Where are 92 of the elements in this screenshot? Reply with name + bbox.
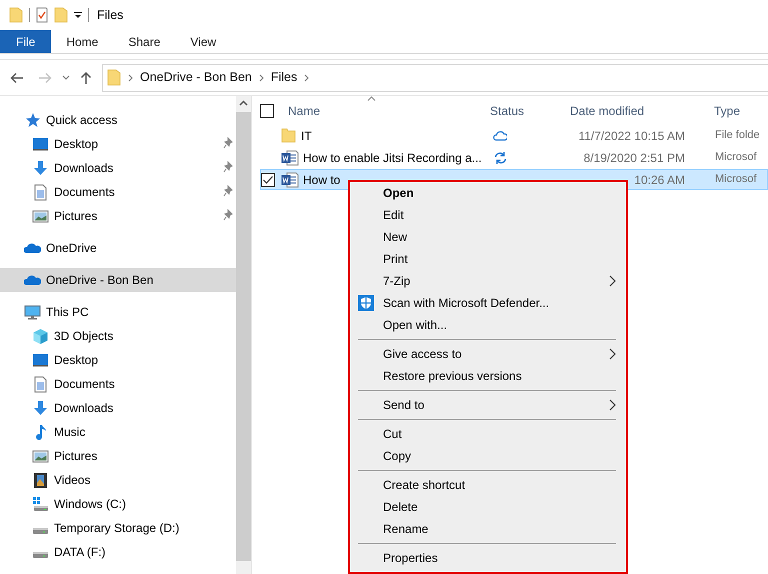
scrollbar[interactable] <box>236 96 251 574</box>
up-button[interactable] <box>80 70 92 84</box>
ribbon-tab[interactable]: File <box>0 30 52 53</box>
date-modified: 8/19/2020 2:51 PM <box>582 150 685 166</box>
document-icon <box>32 184 49 200</box>
breadcrumb[interactable]: Files <box>270 68 298 87</box>
star-icon <box>24 112 41 128</box>
file-type: Microsof <box>714 150 757 166</box>
drive-icon <box>32 496 49 512</box>
menu-item[interactable]: Print <box>350 248 626 270</box>
file-row[interactable]: How to enable Jitsi Recording a... 8/19/2020 2:51 PM Microsof <box>260 147 768 168</box>
sidebar-item[interactable]: OneDrive - Bon Ben <box>0 268 236 292</box>
file-row[interactable]: IT 11/7/2022 10:15 AM File folde <box>260 125 768 146</box>
sidebar-item[interactable]: DATA (F:) <box>0 540 236 564</box>
computer-icon <box>24 304 41 320</box>
ribbon-tab[interactable]: Share <box>113 30 176 53</box>
menu-item[interactable]: Open with... <box>350 314 626 336</box>
sidebar-item[interactable]: Documents <box>0 180 236 204</box>
desktop-icon <box>32 136 49 152</box>
folder-icon <box>107 69 121 86</box>
dropdown-icon[interactable] <box>74 10 82 20</box>
film-icon <box>32 472 49 488</box>
menu-item[interactable]: Copy <box>350 445 626 467</box>
back-arrow-icon <box>10 72 24 84</box>
sort-up-icon <box>367 96 376 101</box>
sidebar-item[interactable]: 3D Objects <box>0 324 236 348</box>
folder-icon <box>281 127 297 144</box>
sidebar-item[interactable]: Downloads <box>0 156 236 180</box>
sidebar-item[interactable]: Pictures <box>0 444 236 468</box>
breadcrumb[interactable]: OneDrive - Bon Ben <box>140 68 252 87</box>
sidebar-item[interactable]: Temporary Storage (D:) <box>0 516 236 540</box>
up-arrow-icon <box>80 70 92 84</box>
menu-item[interactable]: New <box>350 226 626 248</box>
sidebar-item[interactable]: Quick access <box>0 108 236 132</box>
word-document-icon <box>281 150 299 166</box>
checkbox[interactable] <box>261 172 275 186</box>
menu-item[interactable]: Properties <box>350 547 626 569</box>
chevron-right-icon[interactable] <box>304 74 310 82</box>
column-header[interactable]: Status <box>484 100 564 122</box>
cube-icon <box>32 328 49 344</box>
word-document-icon <box>281 172 299 188</box>
sidebar-item[interactable]: This PC <box>0 300 236 324</box>
forward-arrow-icon <box>38 72 52 84</box>
column-header[interactable]: Name <box>282 100 326 122</box>
desktop-icon <box>32 352 49 368</box>
file-type: Microsof <box>714 172 757 188</box>
download-icon <box>32 160 49 176</box>
menu-item[interactable]: Restore previous versions <box>350 365 626 387</box>
properties-icon[interactable] <box>36 7 48 23</box>
shield-icon <box>358 295 374 311</box>
sidebar-item[interactable]: Music <box>0 420 236 444</box>
back-button[interactable] <box>10 72 24 84</box>
ribbon-tab[interactable]: View <box>175 30 232 53</box>
chevron-right-icon[interactable] <box>258 74 264 82</box>
recent-locations-button[interactable] <box>62 74 70 80</box>
sidebar-item[interactable]: Desktop <box>0 348 236 372</box>
pictures-icon <box>32 448 49 464</box>
file-name: IT <box>301 128 312 144</box>
drive-icon <box>32 552 49 558</box>
sidebar-item[interactable]: Downloads <box>0 396 236 420</box>
date-modified: 10:26 AM <box>633 172 685 188</box>
menu-item[interactable]: Cut <box>350 423 626 445</box>
address-bar[interactable]: OneDrive - Bon Ben Files <box>102 64 768 92</box>
sidebar-item[interactable]: Desktop <box>0 132 236 156</box>
chevron-down-icon <box>62 74 70 80</box>
sidebar-item[interactable]: Videos <box>0 468 236 492</box>
menu-item[interactable]: Edit <box>350 204 626 226</box>
sidebar-item[interactable]: Windows (C:) <box>0 492 236 516</box>
column-header[interactable]: Date modified <box>564 100 708 122</box>
menu-item[interactable]: Give access to <box>350 343 626 365</box>
sidebar-item[interactable]: Pictures <box>0 204 236 228</box>
menu-item[interactable]: Create shortcut <box>350 474 626 496</box>
file-name: How to <box>303 172 340 188</box>
window-title: Files <box>97 6 124 24</box>
download-icon <box>32 400 49 416</box>
checkbox[interactable] <box>260 104 274 118</box>
sidebar-item[interactable]: OneDrive <box>0 236 236 260</box>
drive-icon <box>32 528 49 534</box>
menu-item[interactable]: 7-Zip <box>350 270 626 292</box>
ribbon-tab[interactable]: Home <box>51 30 114 53</box>
pictures-icon <box>32 208 49 224</box>
file-name: How to enable Jitsi Recording a... <box>303 150 482 166</box>
date-modified: 11/7/2022 10:15 AM <box>577 128 685 144</box>
sidebar-item[interactable]: Documents <box>0 372 236 396</box>
menu-item[interactable]: Delete <box>350 496 626 518</box>
menu-item[interactable]: Send to <box>350 394 626 416</box>
menu-item[interactable]: Scan with Microsoft Defender... <box>350 292 626 314</box>
document-icon <box>32 376 49 392</box>
chevron-right-icon <box>128 74 133 82</box>
file-type: File folde <box>714 128 760 144</box>
column-header[interactable]: Type <box>708 100 746 122</box>
menu-item[interactable]: Rename <box>350 518 626 540</box>
